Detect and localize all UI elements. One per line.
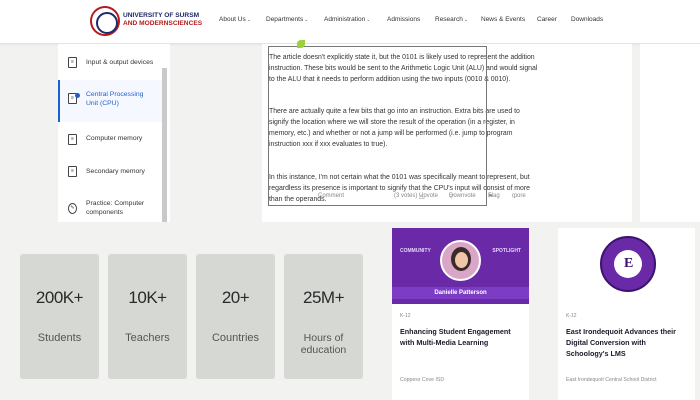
nav-news-events[interactable]: News & Events [481, 16, 525, 23]
active-indicator [58, 80, 60, 122]
district-crest-image [558, 228, 695, 304]
stat-caption: Hours of education [300, 332, 347, 356]
card-tag: K-12 [400, 313, 411, 319]
card-source: Coppess Cove ISD [400, 377, 445, 383]
stat-number: 10K+ [128, 288, 167, 307]
nav-research[interactable]: Research⌄ [435, 16, 468, 23]
document-icon: ≡ [68, 134, 77, 145]
sidebar-scrollbar[interactable] [162, 68, 167, 222]
nav-administration[interactable]: Administration⌄ [324, 16, 370, 23]
stat-caption: Teachers [125, 332, 170, 344]
avatar [440, 240, 481, 281]
course-sidebar: ≡ Input & output devices ≡ Central Proce… [58, 44, 170, 222]
nav-downloads[interactable]: Downloads [571, 16, 603, 23]
right-gutter [640, 44, 700, 222]
stat-card-countries: 20+ Countries [196, 254, 275, 379]
comment-button[interactable]: Comment [318, 193, 344, 199]
university-logo-icon[interactable] [90, 6, 120, 36]
chevron-down-icon: ⌄ [463, 17, 469, 23]
nav-admissions[interactable]: Admissions [387, 16, 420, 23]
stat-number: 25M+ [303, 288, 345, 307]
sidebar-item-practice-components[interactable]: ✎ Practice: Computer components [58, 194, 162, 220]
sidebar-item-secondary-memory[interactable]: ≡ Secondary memory [58, 160, 162, 182]
current-dot-icon [75, 93, 80, 98]
nav-departments[interactable]: Departments⌄ [266, 16, 308, 23]
site-header: UNIVERSITY OF SURSM AND MODERNSCIENCES A… [0, 0, 700, 44]
stat-card-students: 200K+ Students [20, 254, 99, 379]
chevron-down-icon: ⌄ [366, 17, 371, 23]
sidebar-item-computer-memory[interactable]: ≡ Computer memory [58, 128, 162, 150]
selection-frame [268, 46, 487, 206]
university-name[interactable]: UNIVERSITY OF SURSM AND MODERNSCIENCES [123, 12, 202, 28]
stat-card-teachers: 10K+ Teachers [108, 254, 187, 379]
community-spotlight-image: COMMUNITY SPOTLIGHT Danielle Patterson [392, 228, 529, 304]
sidebar-item-input-output-devices[interactable]: ≡ Input & output devices [58, 52, 162, 74]
card-tag: K-12 [566, 313, 577, 319]
story-card-engagement[interactable]: COMMUNITY SPOTLIGHT Danielle Patterson K… [392, 228, 529, 400]
chevron-down-icon: ⌄ [304, 17, 309, 23]
stat-number: 200K+ [35, 288, 84, 307]
chevron-down-icon: ⌄ [512, 194, 518, 200]
stat-caption: Students [37, 332, 82, 344]
stat-card-hours: 25M+ Hours of education [284, 254, 363, 379]
sidebar-item-cpu[interactable]: ≡ Central Processing Unit (CPU) [58, 80, 162, 122]
nav-about-us[interactable]: About Us⌄ [219, 16, 251, 23]
stat-caption: Countries [211, 332, 260, 344]
card-title[interactable]: Enhancing Student Engagement with Multi-… [400, 326, 524, 348]
document-icon: ≡ [68, 166, 77, 177]
card-source: East Irondequoit Central School District [566, 377, 657, 383]
chevron-down-icon: ⌄ [246, 17, 251, 23]
vote-count: (3 votes) [394, 193, 418, 199]
stat-number: 20+ [221, 288, 250, 307]
story-card-irondequoit[interactable]: K-12 East Irondequoit Advances their Dig… [558, 228, 695, 400]
document-icon: ≡ [68, 57, 77, 68]
card-title[interactable]: East Irondequoit Advances their Digital … [566, 326, 690, 359]
pencil-icon: ✎ [68, 203, 77, 214]
nav-career[interactable]: Career [537, 16, 557, 23]
leaf-icon [297, 40, 305, 48]
crest-logo-icon [600, 236, 656, 292]
